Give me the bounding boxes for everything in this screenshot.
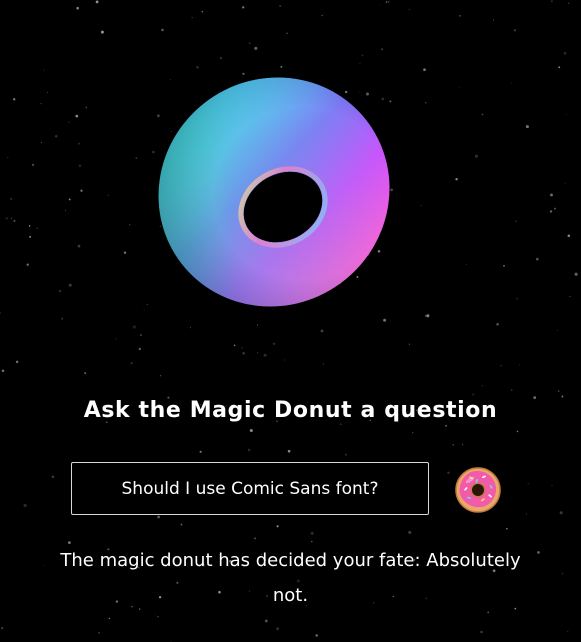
fate-result-text: The magic donut has decided your fate: A… [60, 550, 521, 606]
ask-donut-button[interactable] [454, 466, 502, 514]
prompt-title: Ask the Magic Donut a question [83, 398, 498, 423]
magic-donut-3d [140, 62, 410, 324]
question-input[interactable] [71, 462, 429, 515]
pink-donut-icon [455, 467, 501, 513]
